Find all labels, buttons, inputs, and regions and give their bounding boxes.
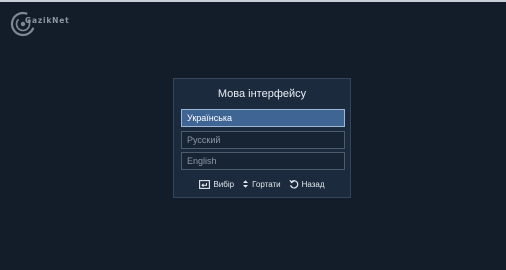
back-arrow-icon — [288, 179, 298, 189]
language-option-ukrainian[interactable]: Українська — [181, 109, 345, 127]
up-down-arrows-icon — [243, 180, 249, 188]
key-hints: Вибір Гортати Назад — [174, 179, 350, 189]
hint-select-label: Вибір — [213, 179, 235, 189]
dialog-title: Мова інтерфейсу — [217, 88, 307, 100]
hint-scroll-label: Гортати — [252, 179, 281, 189]
brand-logo: GazikNet — [9, 10, 70, 38]
language-option-english[interactable]: English — [181, 152, 345, 170]
hint-back-label: Назад — [301, 179, 325, 189]
hint-scroll: Гортати — [242, 179, 281, 189]
language-dialog: Мова інтерфейсу Українська Русский Engli… — [173, 78, 351, 198]
brand-name: GazikNet — [25, 15, 70, 25]
hint-back: Назад — [288, 179, 325, 189]
top-border-line — [0, 0, 506, 2]
enter-icon — [199, 179, 211, 189]
hint-select: Вибір — [199, 180, 234, 189]
language-option-russian[interactable]: Русский — [181, 131, 345, 149]
